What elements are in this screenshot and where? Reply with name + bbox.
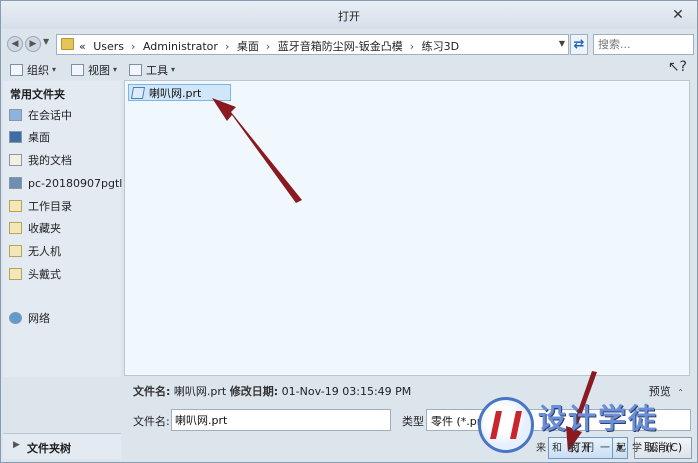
toolbar: 组织 ▾ 视图 ▾ 工具 ▾ ↖? bbox=[1, 58, 697, 80]
watermark-title: 设计学徒 bbox=[538, 402, 659, 435]
breadcrumb-project[interactable]: 蓝牙音箱防尘网-钣金凸模 bbox=[278, 40, 403, 53]
detail-date-key: 修改日期: bbox=[229, 385, 279, 398]
common-folders-sidebar: 常用文件夹 在会话中 桌面 我的文档 pc-20180907pgtl 工作目录 … bbox=[3, 81, 122, 377]
sidebar-item-favorites[interactable]: 收藏夹 bbox=[9, 219, 61, 237]
watermark-subtitle: 来和我们一起学设计 bbox=[536, 443, 680, 454]
sidebar-item-documents[interactable]: 我的文档 bbox=[9, 151, 72, 169]
detail-name-key: 文件名: bbox=[133, 385, 171, 398]
file-name: 喇叭网.prt bbox=[149, 86, 202, 100]
tools-menu-button[interactable]: 工具 ▾ bbox=[129, 61, 175, 78]
breadcrumb-desktop[interactable]: 桌面 bbox=[237, 40, 259, 53]
tools-icon bbox=[129, 63, 142, 76]
sidebar-item-computer[interactable]: pc-20180907pgtl bbox=[9, 174, 122, 192]
sidebar-item-label: pc-20180907pgtl bbox=[28, 176, 123, 190]
sidebar-item-label: 头戴式 bbox=[28, 268, 61, 281]
close-icon[interactable]: ✕ bbox=[667, 6, 689, 24]
title-bar: 打开 ✕ bbox=[1, 1, 697, 29]
forward-arrow-icon[interactable]: ▶ bbox=[25, 36, 41, 52]
sidebar-item-drone[interactable]: 无人机 bbox=[9, 242, 61, 260]
breadcrumb-administrator[interactable]: Administrator bbox=[143, 40, 218, 53]
sidebar-item-label: 桌面 bbox=[28, 131, 50, 144]
refresh-icon[interactable]: ⇄ bbox=[570, 34, 588, 55]
folder-icon bbox=[9, 268, 22, 280]
desktop-icon bbox=[9, 131, 22, 143]
breadcrumb-separator-icon[interactable]: › bbox=[225, 40, 229, 53]
address-dropdown-chevron-icon[interactable]: ▼ bbox=[559, 39, 565, 48]
organize-menu-button[interactable]: 组织 ▾ bbox=[10, 61, 56, 78]
part-file-icon bbox=[130, 86, 146, 99]
file-type-label: 类型 bbox=[402, 415, 424, 428]
sidebar-item-label: 工作目录 bbox=[28, 200, 72, 213]
sidebar-item-label: 在会话中 bbox=[28, 109, 72, 122]
sidebar-item-label: 网络 bbox=[28, 312, 50, 325]
folder-tree-toggle[interactable]: ▶ 文件夹树 bbox=[3, 433, 121, 459]
sidebar-item-label: 无人机 bbox=[28, 245, 61, 258]
sidebar-item-label: 我的文档 bbox=[28, 154, 72, 167]
expand-triangle-icon: ▶ bbox=[13, 440, 20, 450]
view-label: 视图 bbox=[88, 63, 110, 77]
view-menu-button[interactable]: 视图 ▾ bbox=[71, 61, 117, 78]
folder-tree-label: 文件夹树 bbox=[27, 442, 71, 455]
context-help-icon[interactable]: ↖? bbox=[668, 59, 687, 75]
breadcrumb-users[interactable]: Users bbox=[93, 40, 124, 53]
watermark-logo: 设计学徒 来和我们一起学设计 bbox=[478, 395, 694, 459]
computer-icon bbox=[9, 177, 22, 189]
address-bar[interactable]: « Users › Administrator › 桌面 › 蓝牙音箱防尘网-钣金凸模… bbox=[56, 34, 569, 55]
chevron-down-icon: ▾ bbox=[113, 65, 118, 74]
dialog-title: 打开 bbox=[338, 10, 360, 23]
organize-label: 组织 bbox=[27, 63, 49, 77]
filename-label: 文件名: bbox=[133, 415, 170, 428]
chevron-down-icon: ▾ bbox=[171, 65, 176, 74]
documents-icon bbox=[9, 154, 22, 166]
folder-icon bbox=[9, 245, 22, 257]
file-details: 文件名: 喇叭网.prt 修改日期: 01-Nov-19 03:15:49 PM bbox=[133, 383, 411, 399]
breadcrumb-separator-icon[interactable]: › bbox=[131, 40, 135, 53]
sidebar-header: 常用文件夹 bbox=[10, 88, 65, 101]
sidebar-item-session[interactable]: 在会话中 bbox=[9, 106, 72, 124]
open-file-dialog: 打开 ✕ ◀ ▶ ▼ « Users › Administrator › 桌面 › 蓝… bbox=[0, 0, 698, 463]
folder-icon bbox=[61, 38, 74, 50]
network-icon bbox=[9, 312, 22, 324]
sidebar-item-desktop[interactable]: 桌面 bbox=[9, 128, 50, 146]
organize-icon bbox=[10, 63, 23, 76]
sidebar-item-working-dir[interactable]: 工作目录 bbox=[9, 197, 72, 215]
recent-locations-chevron-icon[interactable]: ▼ bbox=[43, 37, 49, 46]
detail-name-value: 喇叭网.prt bbox=[173, 385, 227, 398]
detail-date-value: 01-Nov-19 03:15:49 PM bbox=[281, 385, 412, 398]
breadcrumb-separator-icon[interactable]: › bbox=[266, 40, 270, 53]
view-icon bbox=[71, 63, 84, 76]
filename-input[interactable] bbox=[171, 409, 391, 431]
search-input[interactable] bbox=[593, 34, 694, 55]
session-icon bbox=[9, 109, 22, 121]
breadcrumb: « Users › Administrator › 桌面 › 蓝牙音箱防尘网-钣金凸模… bbox=[79, 38, 463, 54]
tools-label: 工具 bbox=[146, 63, 168, 77]
address-row: ◀ ▶ ▼ « Users › Administrator › 桌面 › 蓝牙音箱防尘… bbox=[1, 31, 697, 57]
back-arrow-icon[interactable]: ◀ bbox=[7, 36, 23, 52]
file-list[interactable]: 喇叭网.prt bbox=[124, 80, 690, 376]
working-dir-icon bbox=[9, 200, 22, 212]
logo-emblem-icon bbox=[478, 397, 534, 453]
breadcrumb-practice[interactable]: 练习3D bbox=[422, 40, 459, 53]
breadcrumb-separator-icon[interactable]: › bbox=[410, 40, 414, 53]
favorites-icon bbox=[9, 222, 22, 234]
breadcrumb-overflow[interactable]: « bbox=[79, 40, 86, 53]
sidebar-item-network[interactable]: 网络 bbox=[9, 309, 50, 327]
sidebar-item-label: 收藏夹 bbox=[28, 222, 61, 235]
sidebar-item-headset[interactable]: 头戴式 bbox=[9, 265, 61, 283]
chevron-down-icon: ▾ bbox=[52, 65, 57, 74]
file-item-selected[interactable]: 喇叭网.prt bbox=[128, 84, 231, 101]
